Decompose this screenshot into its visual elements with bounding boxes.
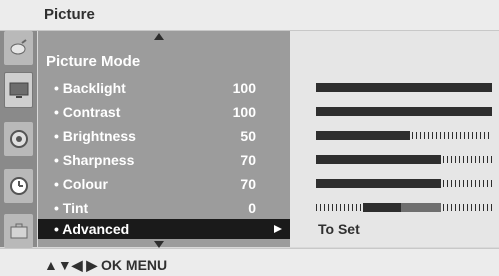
menu-header: Picture	[0, 0, 499, 31]
tint-marker-left	[363, 203, 401, 212]
menu-item-contrast[interactable]: • Contrast 100	[38, 101, 290, 123]
menu-item-value: 100	[232, 80, 256, 96]
menu-item-colour[interactable]: • Colour 70	[38, 173, 290, 195]
level-fill	[316, 155, 441, 164]
arrow-right-icon	[274, 225, 282, 233]
level-bar-tint[interactable]	[316, 203, 492, 212]
level-fill	[316, 83, 492, 92]
briefcase-icon[interactable]	[4, 214, 33, 248]
level-fill	[316, 107, 492, 116]
level-bar-backlight[interactable]	[316, 83, 492, 92]
scroll-up-icon[interactable]	[154, 33, 164, 40]
tv-osd-menu: Picture Picture Mode • Backlight 100 • C…	[0, 0, 499, 276]
satellite-dish-icon[interactable]	[4, 31, 33, 65]
menu-item-value: 70	[240, 152, 256, 168]
menu-item-sharpness[interactable]: • Sharpness 70	[38, 149, 290, 171]
menu-item-tint[interactable]: • Tint 0	[38, 197, 290, 219]
speaker-icon[interactable]	[4, 122, 33, 156]
menu-item-label: • Backlight	[54, 80, 126, 96]
level-bar-brightness[interactable]	[316, 131, 492, 140]
to-set-label: To Set	[318, 221, 360, 237]
menu-item-value: 50	[240, 128, 256, 144]
level-ticks	[443, 204, 492, 211]
menu-item-label: • Brightness	[54, 128, 136, 144]
menu-item-advanced[interactable]: • Advanced	[38, 219, 290, 239]
menu-item-value: 70	[240, 176, 256, 192]
level-ticks	[412, 132, 492, 139]
picture-mode-heading: Picture Mode	[46, 53, 141, 70]
level-ticks	[443, 156, 492, 163]
level-fill	[316, 131, 410, 140]
menu-item-brightness[interactable]: • Brightness 50	[38, 125, 290, 147]
level-bar-contrast[interactable]	[316, 107, 492, 116]
menu-title: Picture	[44, 6, 95, 23]
level-ticks	[443, 180, 492, 187]
menu-item-value: 0	[248, 200, 256, 216]
clock-icon[interactable]	[4, 169, 33, 203]
navigation-hint: ▲▼◀ ▶ OK MENU	[44, 257, 168, 273]
side-category-bar	[0, 31, 37, 248]
menu-item-label: • Contrast	[54, 104, 121, 120]
level-bar-sharpness[interactable]	[316, 155, 492, 164]
level-fill	[316, 179, 441, 188]
menu-item-label: • Colour	[54, 176, 108, 192]
level-bar-colour[interactable]	[316, 179, 492, 188]
menu-item-label: • Sharpness	[54, 152, 135, 168]
scroll-down-icon[interactable]	[154, 241, 164, 248]
menu-item-label: • Tint	[54, 200, 89, 216]
tint-marker-right	[401, 203, 441, 212]
menu-footer: ▲▼◀ ▶ OK MENU	[0, 248, 499, 276]
level-ticks	[316, 204, 362, 211]
menu-item-label: • Advanced	[54, 221, 130, 237]
menu-item-value: 100	[232, 104, 256, 120]
menu-item-backlight[interactable]: • Backlight 100	[38, 77, 290, 99]
tv-screen-icon[interactable]	[4, 72, 33, 108]
